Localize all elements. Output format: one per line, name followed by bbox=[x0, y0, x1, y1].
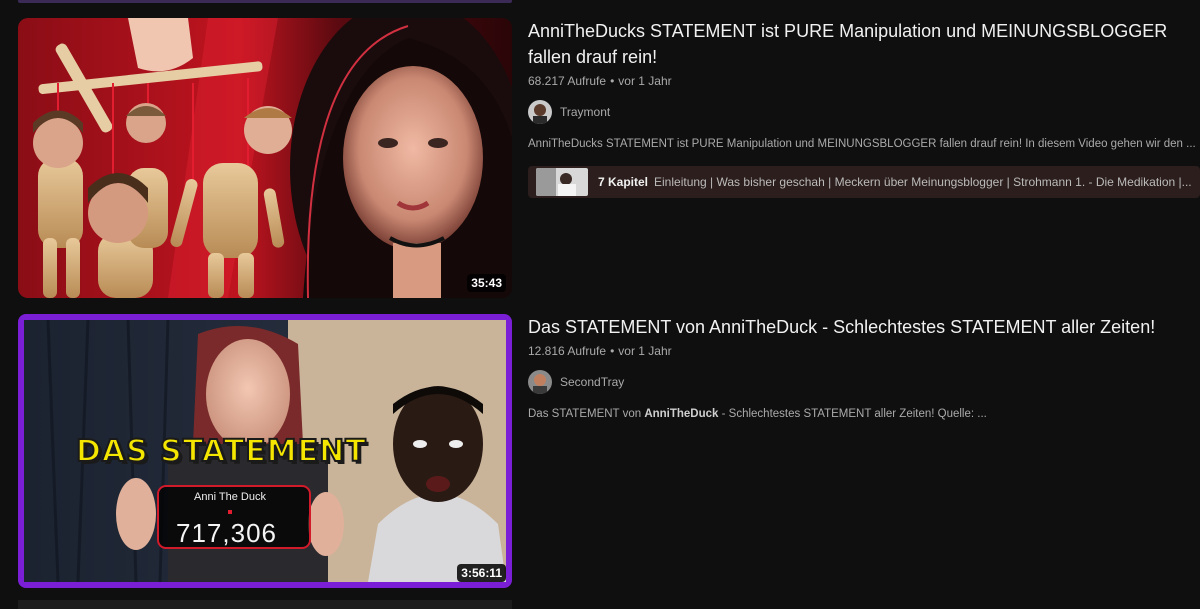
chapters-count: 7 Kapitel bbox=[598, 175, 649, 189]
video-title[interactable]: Das STATEMENT von AnniTheDuck - Schlecht… bbox=[528, 314, 1200, 340]
channel-row[interactable]: SecondTray bbox=[528, 370, 1200, 394]
video-thumbnail[interactable]: DAS STATEMENT Anni The Duck 717,306 3:56… bbox=[18, 314, 512, 588]
video-meta: AnniTheDucks STATEMENT ist PURE Manipula… bbox=[528, 18, 1200, 198]
separator-dot: • bbox=[610, 344, 615, 358]
video-result[interactable]: 35:43 AnniTheDucks STATEMENT ist PURE Ma… bbox=[18, 18, 1200, 298]
video-stats: 68.217 Aufrufe • vor 1 Jahr bbox=[528, 74, 1200, 88]
video-result[interactable]: DAS STATEMENT Anni The Duck 717,306 3:56… bbox=[18, 314, 1200, 588]
video-description: Das STATEMENT von AnniTheDuck - Schlecht… bbox=[528, 408, 1200, 420]
thumbnail-banner: DAS STATEMENT bbox=[75, 433, 367, 470]
next-result-edge bbox=[18, 600, 512, 609]
thumbnail-counter-label: Anni The Duck bbox=[194, 491, 266, 503]
chapters-row[interactable]: 7 Kapitel Einleitung | Was bisher gescha… bbox=[528, 166, 1200, 198]
video-duration-badge: 3:56:11 bbox=[457, 564, 506, 582]
video-meta: Das STATEMENT von AnniTheDuck - Schlecht… bbox=[528, 314, 1200, 420]
chapters-list: Einleitung | Was bisher geschah | Mecker… bbox=[654, 175, 1192, 189]
upload-age: vor 1 Jahr bbox=[618, 344, 672, 358]
channel-row[interactable]: Traymont bbox=[528, 100, 1200, 124]
channel-avatar[interactable] bbox=[528, 100, 552, 124]
video-duration-badge: 35:43 bbox=[467, 274, 506, 292]
channel-name[interactable]: Traymont bbox=[560, 105, 610, 119]
video-stats: 12.816 Aufrufe • vor 1 Jahr bbox=[528, 344, 1200, 358]
description-text: Das STATEMENT von bbox=[528, 408, 645, 420]
thumbnail-image bbox=[18, 18, 512, 298]
view-count: 12.816 Aufrufe bbox=[528, 344, 607, 358]
separator-dot: • bbox=[610, 74, 615, 88]
view-count: 68.217 Aufrufe bbox=[528, 74, 607, 88]
video-description: AnniTheDucks STATEMENT ist PURE Manipula… bbox=[528, 138, 1196, 150]
previous-result-edge bbox=[18, 0, 512, 3]
thumbnail-counter-value: 717,306 bbox=[176, 518, 277, 548]
description-text: - Schlechtestes STATEMENT aller Zeiten! … bbox=[718, 408, 987, 420]
video-title[interactable]: AnniTheDucks STATEMENT ist PURE Manipula… bbox=[528, 18, 1200, 70]
chapter-thumbnail bbox=[536, 168, 588, 196]
video-thumbnail[interactable]: 35:43 bbox=[18, 18, 512, 298]
channel-name[interactable]: SecondTray bbox=[560, 375, 624, 389]
channel-avatar[interactable] bbox=[528, 370, 552, 394]
upload-age: vor 1 Jahr bbox=[618, 74, 672, 88]
description-highlight: AnniTheDuck bbox=[644, 408, 719, 420]
